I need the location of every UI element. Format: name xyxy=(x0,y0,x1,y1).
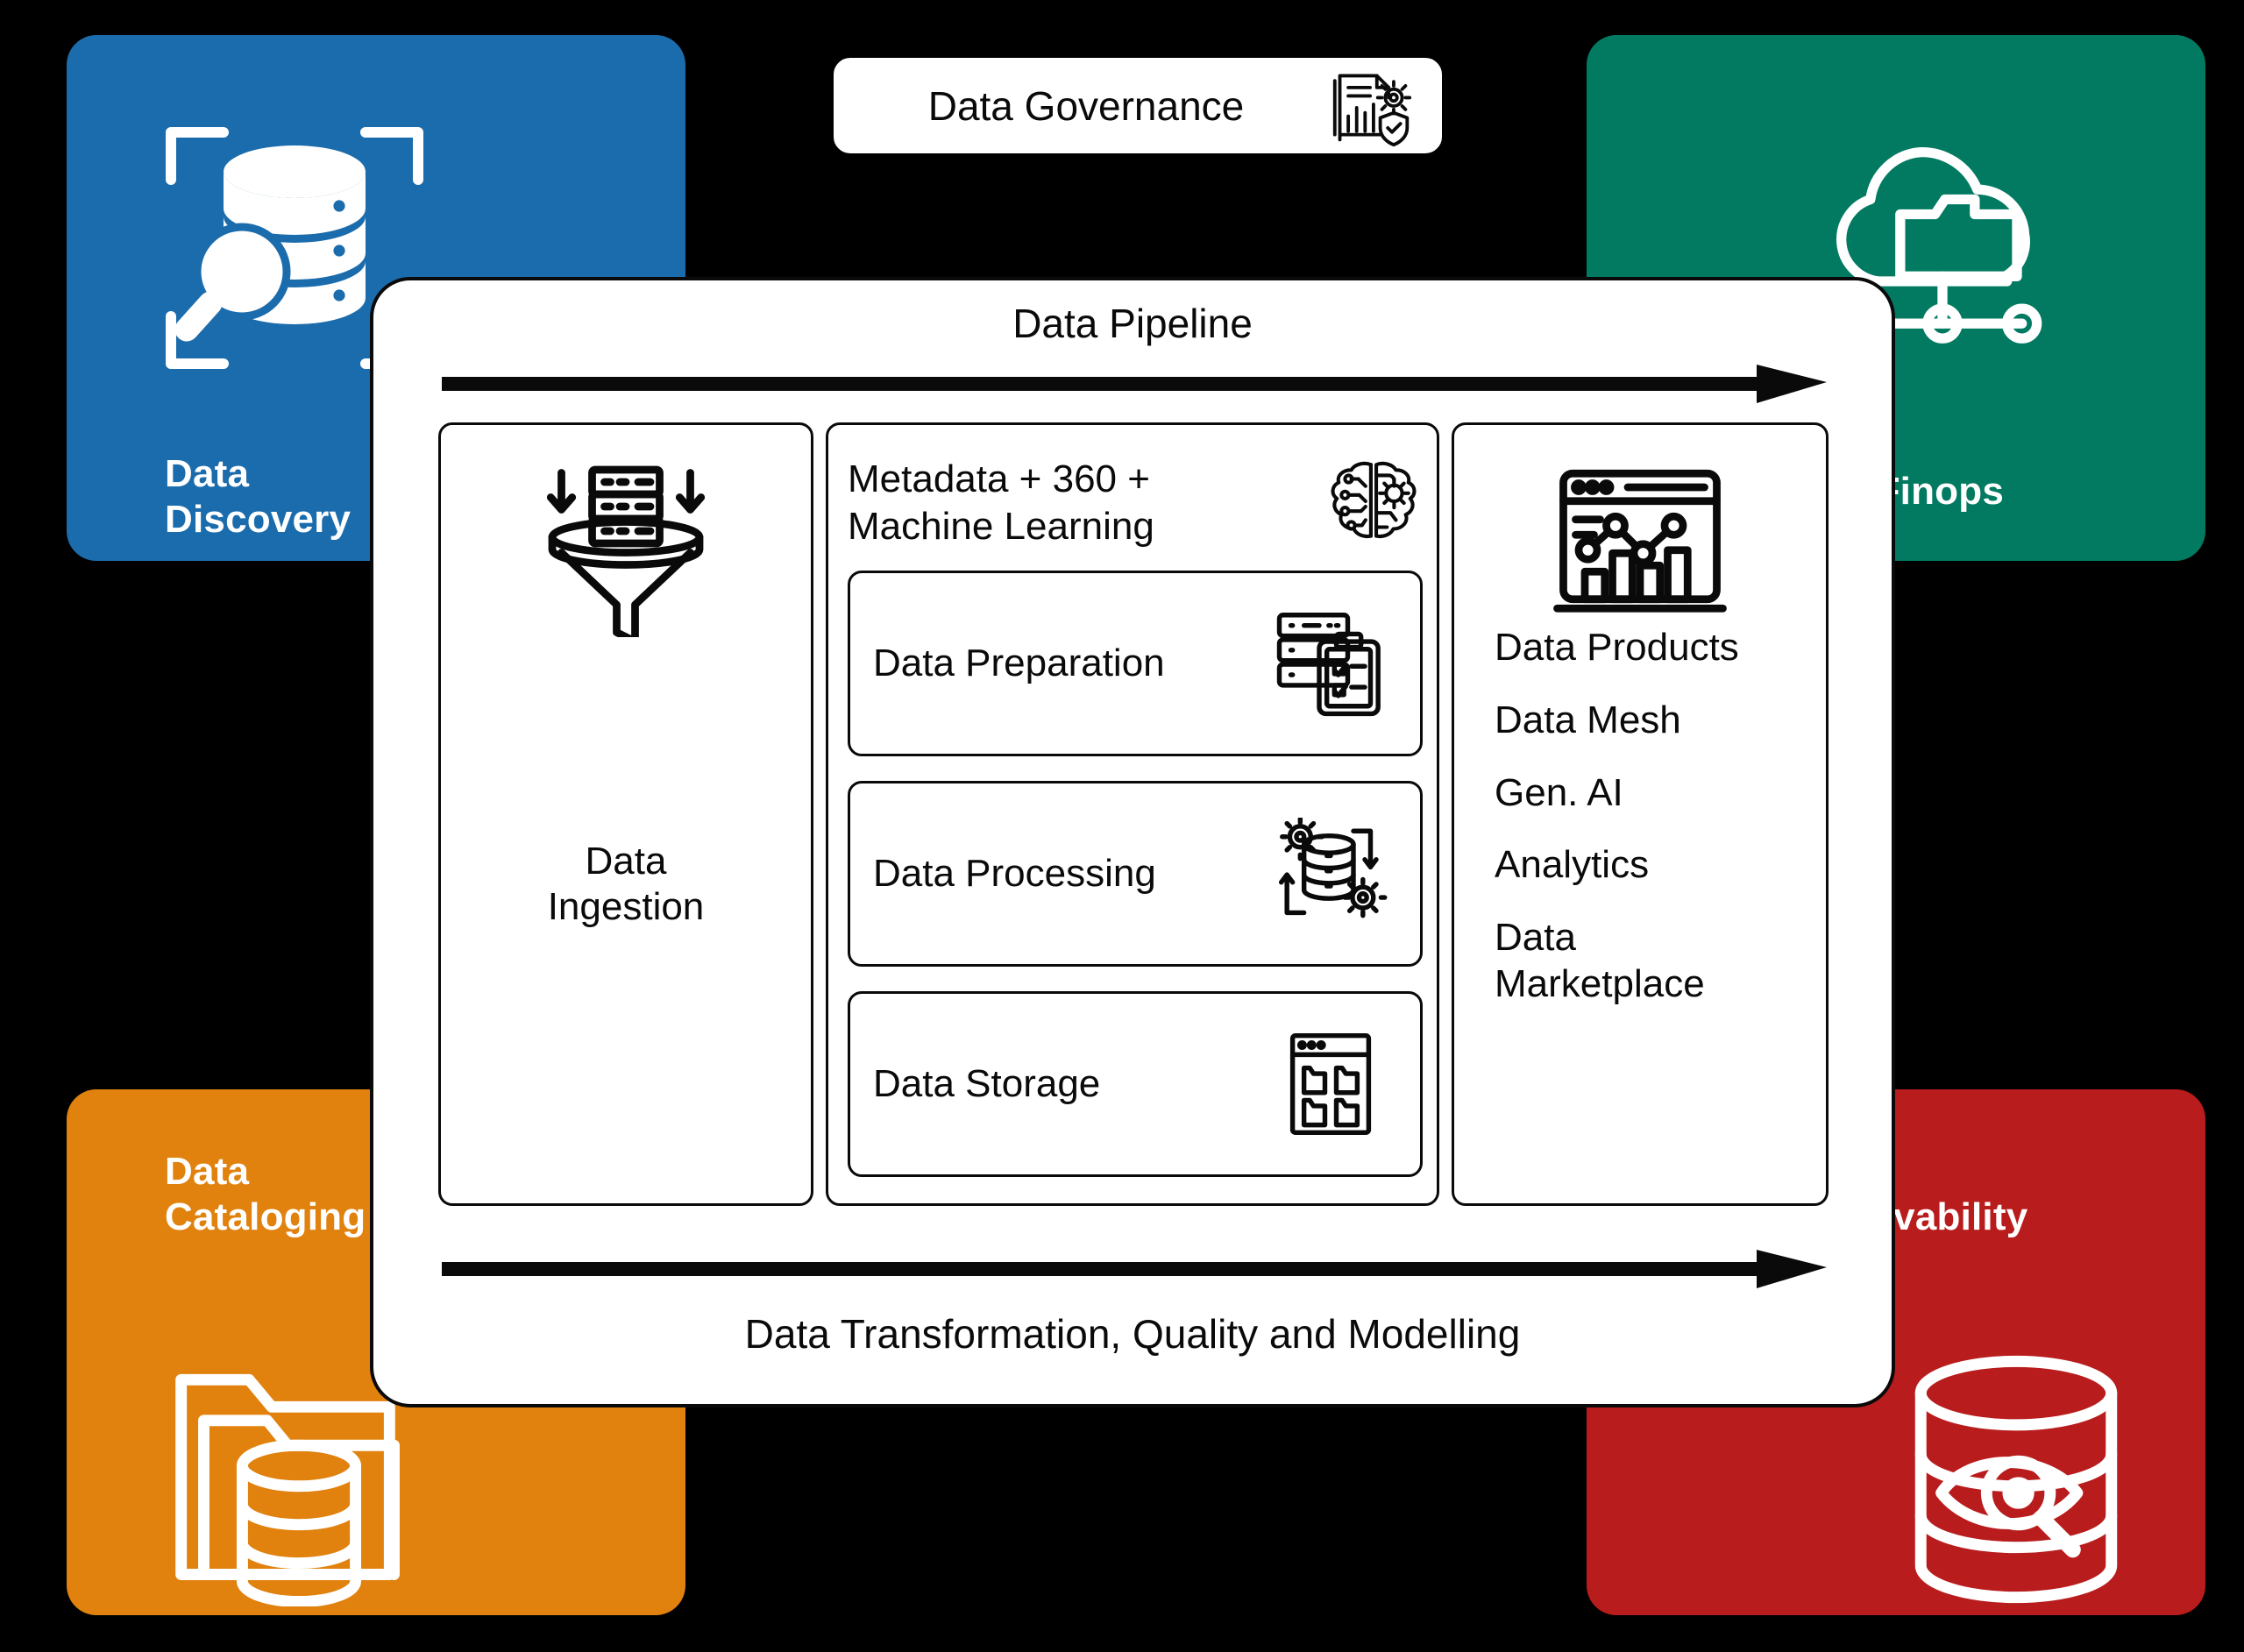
pipeline-title: Data Pipeline xyxy=(1012,301,1253,346)
metadata-ml-header: Metadata + 360 + Machine Learning xyxy=(848,446,1423,560)
card-title: Data Discovery xyxy=(165,452,352,541)
browser-folders-icon xyxy=(1260,1028,1401,1140)
stage-data-outputs[interactable]: Data Products Data Mesh Gen. AI Analytic… xyxy=(1452,422,1829,1206)
data-governance-label: Data Governance xyxy=(927,82,1245,129)
stage-transformation-group: Metadata + 360 + Machine Learning Data P… xyxy=(826,422,1439,1206)
database-gears-cycle-icon xyxy=(1260,818,1401,930)
stage-data-ingestion[interactable]: Data Ingestion xyxy=(438,422,813,1206)
document-chart-shield-gear-icon xyxy=(1319,64,1424,148)
list-item: Data Products xyxy=(1495,626,1739,669)
dashboard-analytics-icon xyxy=(1454,464,1826,621)
funnel-server-icon xyxy=(441,462,811,637)
list-item: Data Mesh xyxy=(1495,698,1681,741)
right-arrow-icon xyxy=(442,358,1827,407)
metadata-ml-label: Metadata + 360 + Machine Learning xyxy=(848,457,1154,548)
output-list: Data Products Data Mesh Gen. AI Analytic… xyxy=(1495,625,1812,1034)
brain-circuit-icon xyxy=(1317,454,1423,552)
list-item: Data Marketplace xyxy=(1495,916,1705,1005)
data-governance-box[interactable]: Data Governance xyxy=(831,55,1445,156)
list-item: Analytics xyxy=(1495,843,1650,887)
list-item: Gen. AI xyxy=(1495,770,1623,814)
sub-stage-data-preparation[interactable]: Data Preparation xyxy=(848,571,1423,756)
pipeline-stage-row: Data Ingestion Metadata + 360 + Machine … xyxy=(438,422,1830,1206)
sub-stage-data-processing[interactable]: Data Processing xyxy=(848,781,1423,967)
card-title: Data Cataloging xyxy=(165,1150,366,1238)
sub-stage-label: Data Storage xyxy=(873,1062,1101,1105)
right-arrow-icon xyxy=(442,1243,1827,1292)
sub-stage-label: Data Processing xyxy=(873,852,1156,895)
server-clipboard-checklist-icon xyxy=(1260,607,1401,720)
pipeline-footer-label: Data Transformation, Quality and Modelli… xyxy=(744,1311,1521,1357)
stage-label: Data Ingestion xyxy=(547,840,705,928)
data-pipeline-panel: Data Pipeline Data Ingestion Metadata + … xyxy=(370,277,1895,1407)
database-eye-icon xyxy=(1885,1352,2148,1606)
sub-stage-label: Data Preparation xyxy=(873,642,1165,684)
sub-stage-data-storage[interactable]: Data Storage xyxy=(848,991,1423,1177)
